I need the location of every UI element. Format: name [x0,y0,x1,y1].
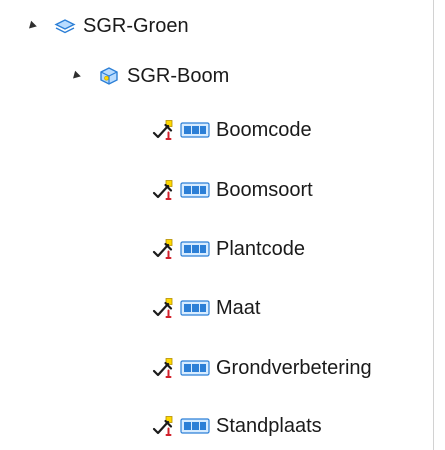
group-label: SGR-Groen [83,15,189,37]
text-field-icon [180,417,210,435]
edit-field-icon [150,178,174,202]
tree-panel: SGR-Groen SGR-Boom Boomcode Boomsoort Pl… [0,0,434,450]
field-label: Grondverbetering [216,357,372,379]
field-row[interactable]: Plantcode [150,231,305,267]
tree-node-layer[interactable]: SGR-Boom [70,58,230,94]
expand-caret-icon[interactable] [26,20,37,32]
text-field-icon [180,299,210,317]
field-row[interactable]: Grondverbetering [150,350,372,386]
field-label: Maat [216,297,261,319]
edit-field-icon [150,356,174,380]
text-field-icon [180,240,210,258]
field-row[interactable]: Standplaats [150,408,322,444]
field-row[interactable]: Maat [150,290,260,326]
field-row[interactable]: Boomcode [150,112,312,148]
expand-caret-icon[interactable] [70,70,81,82]
tree-node-group[interactable]: SGR-Groen [26,8,189,44]
field-label: Standplaats [216,415,322,437]
layer-label: SGR-Boom [127,65,230,87]
feature-layer-icon [97,64,121,88]
text-field-icon [180,359,210,377]
field-label: Boomsoort [216,179,313,201]
edit-field-icon [150,118,174,142]
field-label: Plantcode [216,238,305,260]
edit-field-icon [150,296,174,320]
field-row[interactable]: Boomsoort [150,172,313,208]
text-field-icon [180,121,210,139]
edit-field-icon [150,237,174,261]
edit-field-icon [150,414,174,438]
group-layer-icon [53,14,77,38]
field-label: Boomcode [216,119,312,141]
panel-border [433,0,434,450]
text-field-icon [180,181,210,199]
